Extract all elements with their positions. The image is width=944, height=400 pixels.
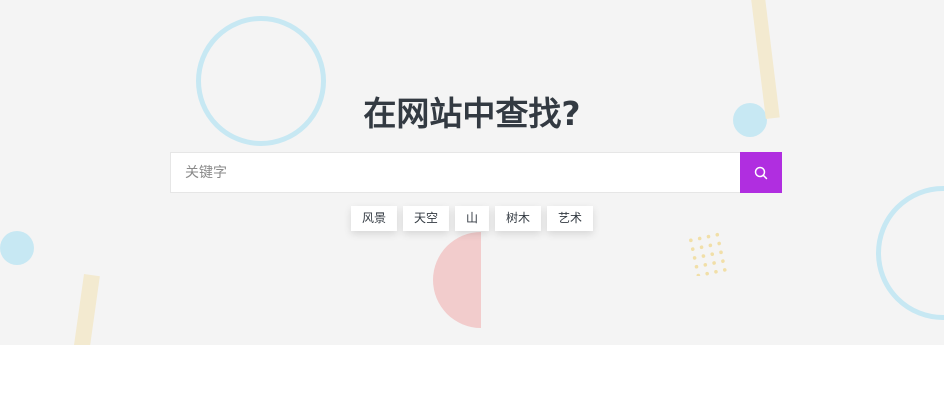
tag-list: 风景 天空 山 树木 艺术 [0,206,944,231]
page-title: 在网站中查找? [363,94,581,133]
tag-mountain[interactable]: 山 [454,206,489,231]
content-area [0,345,944,400]
search-icon [754,166,768,179]
tag-scenery[interactable]: 风景 [350,206,397,231]
tag-trees[interactable]: 树木 [495,206,542,231]
decorative-bar-bottom-left [71,274,100,345]
hero-section: 在网站中查找? 风景 天空 山 树木 艺术 [0,0,944,345]
tag-sky[interactable]: 天空 [402,206,449,231]
search-box [170,152,782,193]
decorative-dot-grid [689,232,727,276]
decorative-half-circle [433,232,481,328]
decorative-dot-left [0,231,34,265]
search-input[interactable] [171,153,741,192]
tag-art[interactable]: 艺术 [547,206,594,231]
search-button[interactable] [740,152,782,193]
